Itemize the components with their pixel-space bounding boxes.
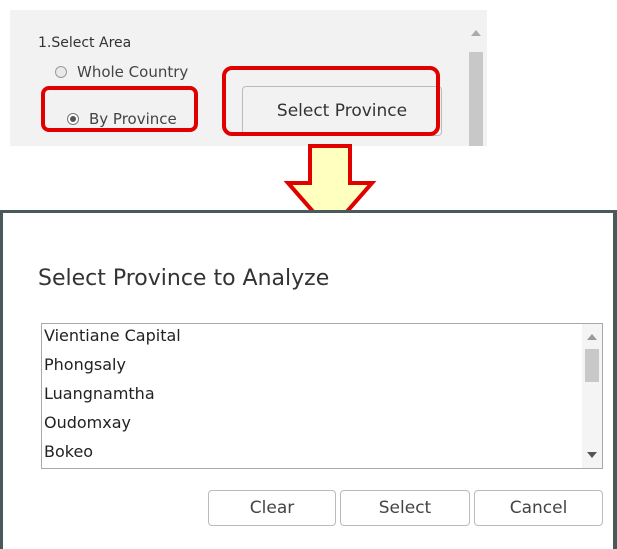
radio-icon[interactable]	[55, 66, 67, 78]
radio-whole-country[interactable]: Whole Country	[55, 63, 188, 81]
highlight-box-select-province	[222, 66, 440, 136]
scroll-down-icon[interactable]	[587, 452, 597, 458]
list-item[interactable]: Luangnamtha	[44, 384, 155, 403]
list-item[interactable]: Phongsaly	[44, 355, 126, 374]
scroll-up-icon[interactable]	[471, 30, 481, 36]
select-area-heading: 1.Select Area	[38, 35, 132, 51]
radio-whole-country-label: Whole Country	[77, 63, 189, 81]
scroll-thumb[interactable]	[585, 349, 599, 382]
dialog-title: Select Province to Analyze	[38, 266, 330, 291]
clear-button[interactable]: Clear	[208, 490, 336, 526]
list-item[interactable]: Oudomxay	[44, 413, 131, 432]
scroll-up-icon[interactable]	[587, 334, 597, 340]
listbox-scrollbar[interactable]	[582, 324, 602, 468]
highlight-box-by-province	[41, 86, 198, 132]
province-listbox[interactable]: Vientiane Capital Phongsaly Luangnamtha …	[41, 323, 603, 469]
list-item[interactable]: Vientiane Capital	[44, 326, 181, 345]
panel-scrollbar[interactable]	[465, 22, 487, 146]
scroll-thumb[interactable]	[469, 52, 483, 146]
select-province-dialog: Select Province to Analyze Vientiane Cap…	[0, 210, 617, 549]
list-item[interactable]: Bokeo	[44, 442, 93, 461]
cancel-button[interactable]: Cancel	[474, 490, 603, 526]
select-button[interactable]: Select	[340, 490, 470, 526]
